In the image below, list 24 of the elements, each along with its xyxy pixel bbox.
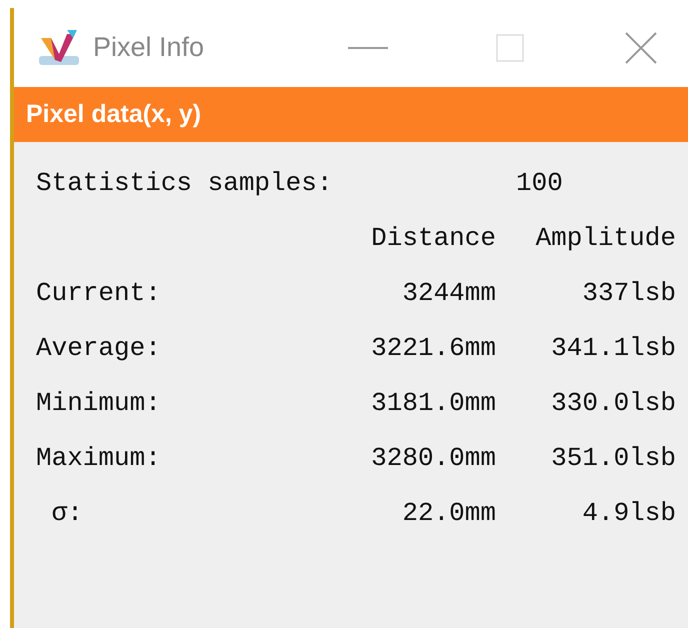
samples-label: Statistics samples: xyxy=(36,167,332,200)
distance-value: 3280.0mm xyxy=(371,442,496,475)
row-label: Current: xyxy=(36,277,161,310)
minimize-icon[interactable] xyxy=(348,46,388,50)
amplitude-value: 341.1lsb xyxy=(551,332,676,365)
row-label: Minimum: xyxy=(36,387,161,420)
section-header: Pixel data(x, y) xyxy=(26,98,202,130)
window-title: Pixel Info xyxy=(93,31,204,64)
row-label: σ: xyxy=(50,497,83,530)
amplitude-value: 4.9lsb xyxy=(582,497,676,530)
distance-value: 22.0mm xyxy=(402,497,496,530)
close-icon[interactable] xyxy=(624,30,658,64)
amplitude-value: 337lsb xyxy=(582,277,676,310)
app-logo-icon xyxy=(37,28,81,68)
amplitude-value: 351.0lsb xyxy=(551,442,676,475)
amplitude-value: 330.0lsb xyxy=(551,387,676,420)
samples-value: 100 xyxy=(516,167,563,200)
row-label: Maximum: xyxy=(36,442,161,475)
distance-value: 3221.6mm xyxy=(371,332,496,365)
column-header: Amplitude xyxy=(536,222,676,255)
distance-value: 3181.0mm xyxy=(371,387,496,420)
distance-value: 3244mm xyxy=(402,277,496,310)
column-header: Distance xyxy=(371,222,496,255)
row-label: Average: xyxy=(36,332,161,365)
